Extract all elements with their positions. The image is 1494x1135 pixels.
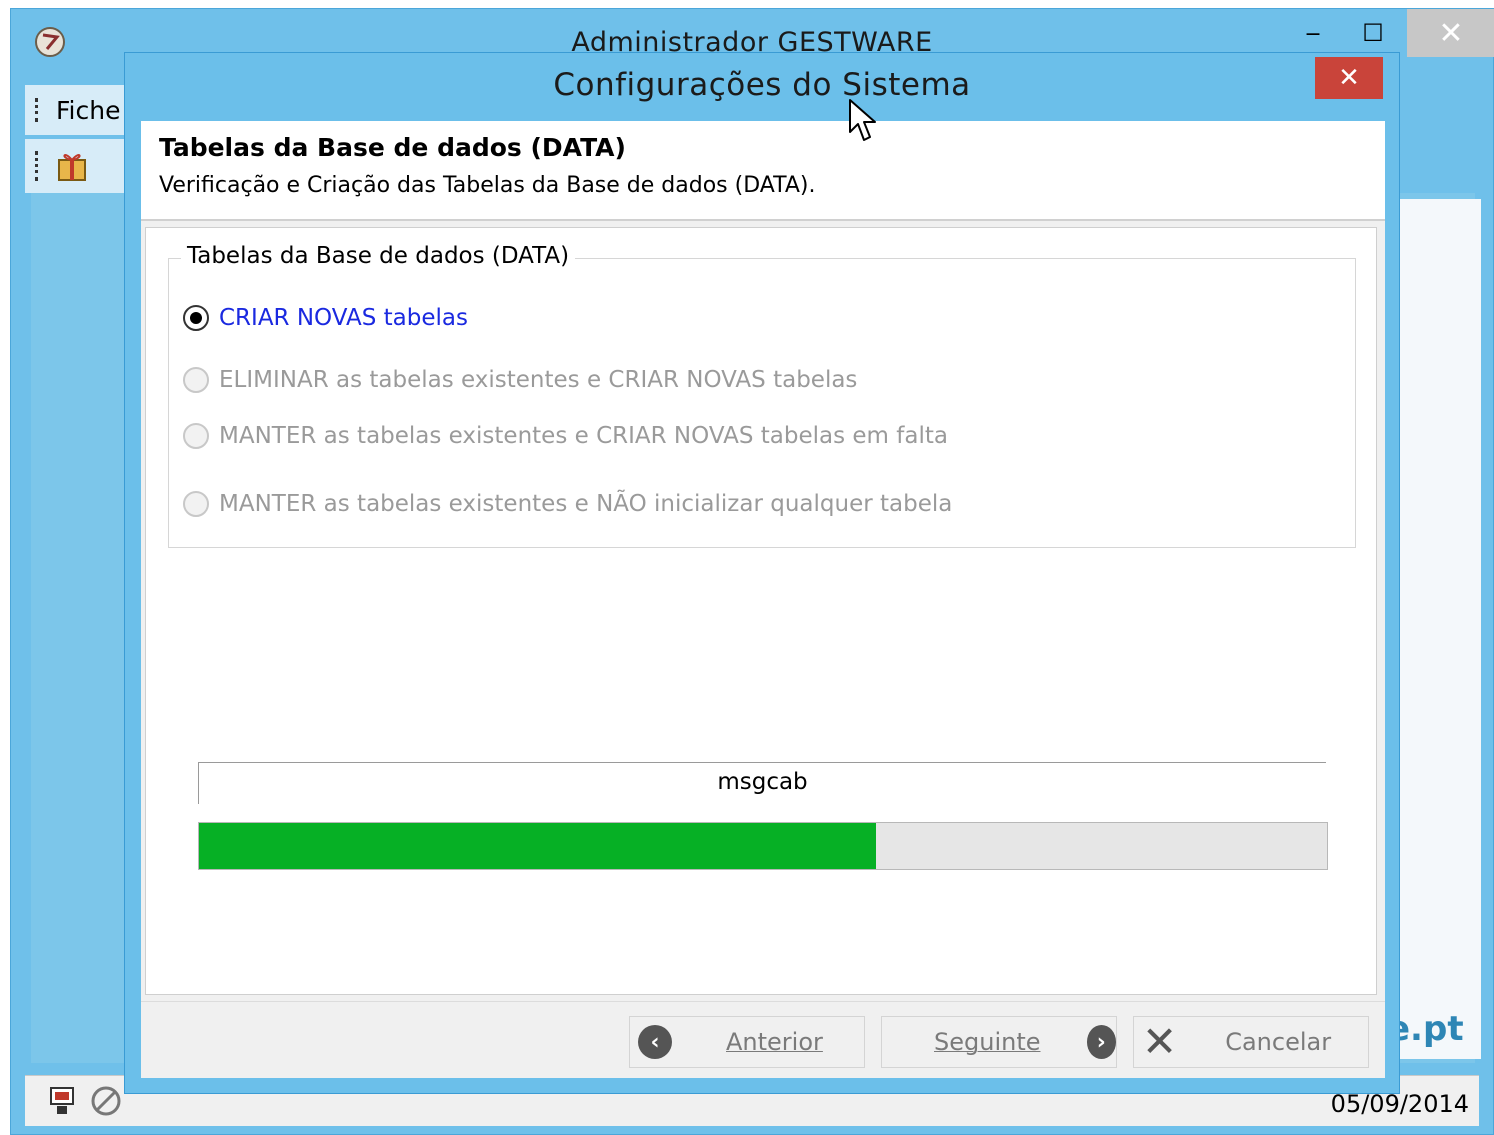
dialog-footer: ‹ Anterior Seguinte › ✕ Cancelar (141, 1001, 1385, 1078)
content-panel: Tabelas da Base de dados (DATA) CRIAR NO… (145, 227, 1377, 995)
radio-option-create-new[interactable]: CRIAR NOVAS tabelas (183, 305, 468, 331)
menu-grip-icon (35, 98, 44, 122)
gift-icon[interactable] (54, 148, 90, 184)
radio-option-keep-and-create-missing: MANTER as tabelas existentes e CRIAR NOV… (183, 423, 948, 449)
main-close-button[interactable]: ✕ (1407, 9, 1494, 57)
radio-unselected-icon (183, 491, 209, 517)
cancel-button[interactable]: ✕ Cancelar (1133, 1016, 1369, 1068)
radio-option-keep-no-init: MANTER as tabelas existentes e NÃO inici… (183, 491, 952, 517)
progress-bar (198, 822, 1328, 870)
back-button-label: Anterior (726, 1028, 823, 1056)
dialog-close-button[interactable]: ✕ (1315, 57, 1383, 99)
progress-label: msgcab (717, 769, 808, 795)
arrow-right-circle-icon: › (1086, 1025, 1116, 1059)
x-icon: ✕ (1142, 1017, 1178, 1066)
radio-unselected-icon (183, 423, 209, 449)
radio-option-delete-and-create: ELIMINAR as tabelas existentes e CRIAR N… (183, 367, 857, 393)
content-panel-right (1391, 199, 1481, 1059)
progress-bar-fill (199, 823, 876, 869)
radio-label: CRIAR NOVAS tabelas (219, 305, 468, 331)
header-panel: Tabelas da Base de dados (DATA) Verifica… (141, 121, 1385, 221)
header-title: Tabelas da Base de dados (DATA) (159, 133, 626, 162)
back-button[interactable]: ‹ Anterior (629, 1016, 865, 1068)
mouse-cursor-icon (849, 99, 876, 141)
blocked-icon (91, 1086, 121, 1116)
radio-label: MANTER as tabelas existentes e CRIAR NOV… (219, 423, 948, 449)
header-subtitle: Verificação e Criação das Tabelas da Bas… (159, 173, 816, 198)
maximize-button[interactable]: ☐ (1345, 9, 1401, 57)
dialog-body: Tabelas da Base de dados (DATA) Verifica… (141, 121, 1385, 1078)
status-date: 05/09/2014 (1330, 1090, 1469, 1118)
menu-file[interactable]: Fiche (56, 96, 120, 125)
next-button[interactable]: Seguinte › (881, 1016, 1117, 1068)
minimize-button[interactable]: ‒ (1285, 9, 1341, 57)
network-icon (50, 1087, 74, 1114)
radio-selected-icon[interactable] (183, 305, 209, 331)
progress-label-box: msgcab (198, 762, 1326, 804)
cancel-button-label: Cancelar (1225, 1028, 1332, 1056)
toolbar-grip-icon (35, 151, 44, 181)
radio-label: MANTER as tabelas existentes e NÃO inici… (219, 491, 953, 517)
arrow-left-circle-icon: ‹ (638, 1025, 672, 1059)
groupbox-label: Tabelas da Base de dados (DATA) (181, 243, 576, 269)
tables-groupbox: Tabelas da Base de dados (DATA) CRIAR NO… (168, 243, 1356, 548)
radio-label: ELIMINAR as tabelas existentes e CRIAR N… (219, 367, 858, 393)
radio-unselected-icon (183, 367, 209, 393)
next-button-label: Seguinte (934, 1028, 1041, 1056)
dialog-title: Configurações do Sistema (553, 67, 971, 103)
settings-dialog: Configurações do Sistema ✕ Tabelas da Ba… (124, 52, 1400, 1094)
